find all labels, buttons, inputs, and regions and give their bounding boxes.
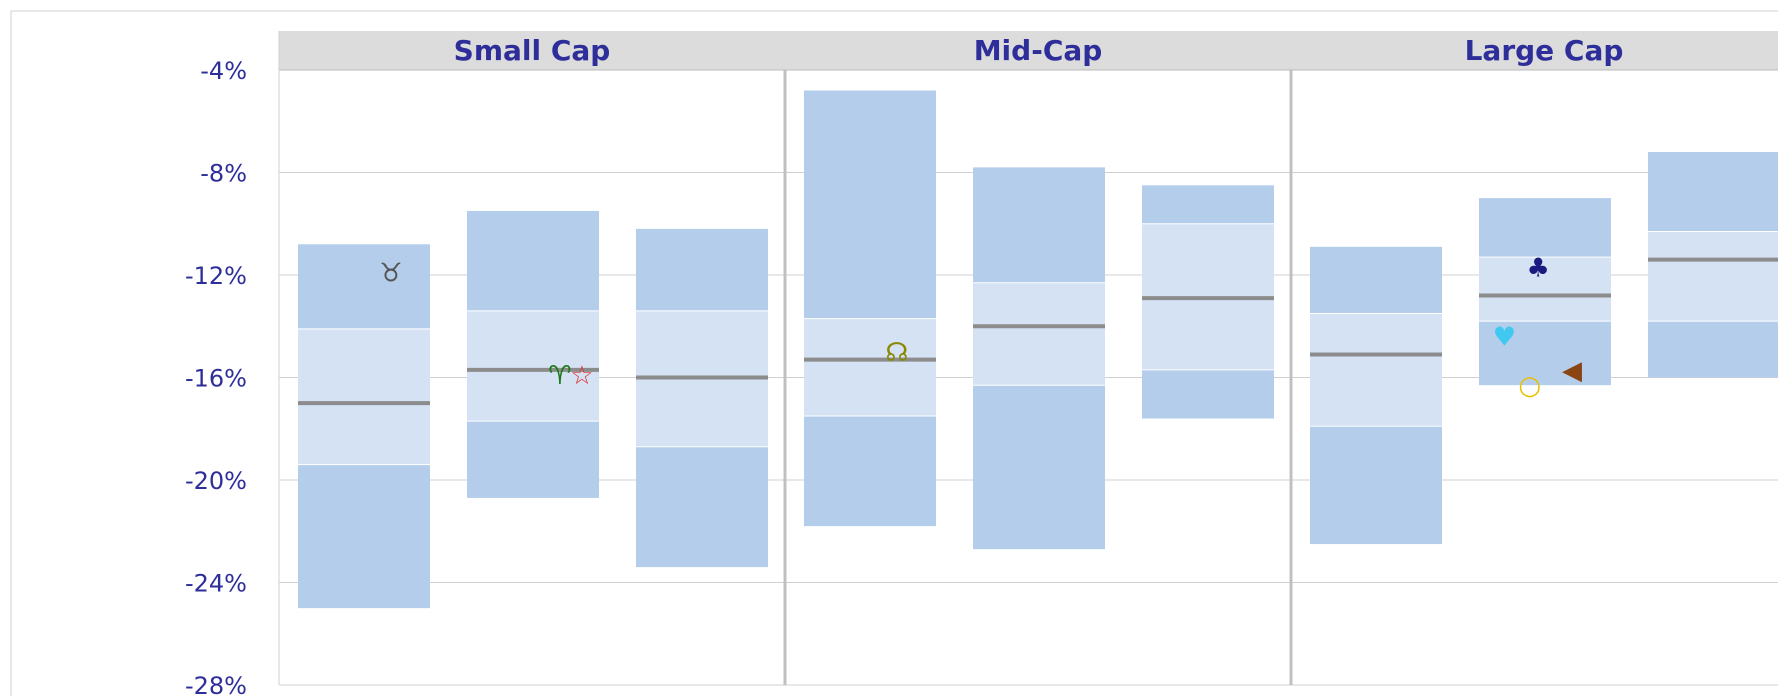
bar-lower-band: [1142, 369, 1274, 419]
bar-upper-band: [467, 210, 599, 311]
bar-lower-band: [1310, 426, 1442, 545]
bar-lower-band: [467, 421, 599, 498]
y-tick-label: -4%: [200, 57, 247, 85]
club-icon: ♣: [1526, 253, 1549, 283]
chart: Small Cap Mid-Cap Large Cap ♉ ♈☆ ☊ ♣ ♥ ◀ ○ -4% -8…: [10, 10, 1778, 696]
bar-upper-band: [1648, 152, 1778, 232]
y-tick-label: -24%: [185, 570, 247, 598]
left-triangle-icon: ◀: [1562, 356, 1582, 386]
bar-upper-band: [1479, 198, 1611, 258]
bar-inner-band: [1648, 231, 1778, 322]
bar-inner-band: [298, 328, 430, 465]
bar-lower-band: [1648, 321, 1778, 378]
heart-icon: ♥: [1493, 323, 1516, 353]
taurus-icon: ♉: [379, 258, 402, 288]
bar-upper-band: [298, 244, 430, 329]
y-tick-label: -20%: [185, 467, 247, 495]
bar-lower-band: [636, 446, 768, 568]
bar-inner-band: [1310, 313, 1442, 427]
bar-upper-band: [973, 167, 1105, 283]
y-tick-label: -28%: [185, 672, 247, 696]
bar-upper-band: [1310, 246, 1442, 314]
star-icon: ☆: [570, 361, 593, 391]
bar-inner-band: [973, 282, 1105, 386]
bar-inner-band: [804, 318, 936, 416]
aries-icon: ♈: [548, 361, 571, 391]
bar-lower-band: [973, 385, 1105, 550]
chart-frame: Small Cap Mid-Cap Large Cap ♉ ♈ ☆ ☊ ♣ ♥ ◀ ○ -4% -8…: [0, 0, 1778, 696]
circle-icon: ○: [1518, 371, 1541, 401]
y-tick-label: -16%: [185, 365, 247, 393]
bar-upper-band: [1142, 185, 1274, 224]
bar-upper-band: [804, 90, 936, 319]
y-tick-label: -8%: [200, 160, 247, 188]
panel-title: Large Cap: [1465, 34, 1624, 67]
panel-title: Small Cap: [454, 34, 611, 67]
ascending-node-icon: ☊: [885, 338, 908, 368]
bar-lower-band: [804, 415, 936, 527]
y-tick-label: -12%: [185, 262, 247, 290]
panel-title: Mid-Cap: [974, 34, 1103, 67]
bar-lower-band: [298, 464, 430, 609]
panel-headers: Small Cap Mid-Cap Large Cap: [279, 31, 1778, 71]
bar-upper-band: [636, 228, 768, 311]
